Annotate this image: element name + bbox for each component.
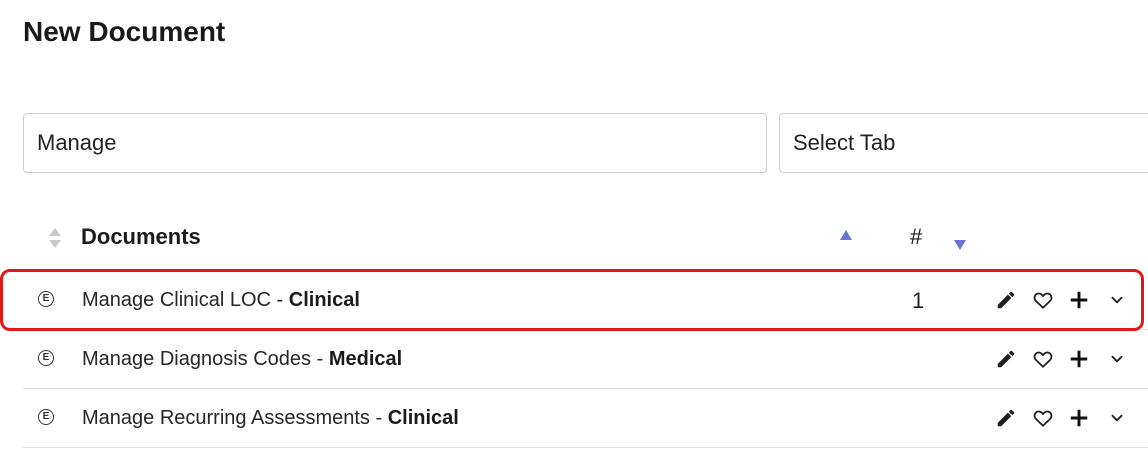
plus-icon[interactable] bbox=[1068, 289, 1090, 311]
document-title: Manage Clinical LOC bbox=[82, 289, 271, 311]
e-circle-icon: E bbox=[38, 409, 54, 425]
tab-select-value: Select Tab bbox=[793, 130, 896, 155]
heart-icon[interactable] bbox=[1032, 289, 1054, 311]
page-title: New Document bbox=[23, 16, 226, 47]
plus-icon[interactable] bbox=[1068, 348, 1090, 370]
document-name[interactable]: Manage Clinical LOC - Clinical bbox=[82, 289, 360, 312]
column-header-documents[interactable]: Documents bbox=[81, 224, 201, 250]
document-name[interactable]: Manage Diagnosis Codes - Medical bbox=[82, 348, 402, 371]
document-title: Manage Diagnosis Codes bbox=[82, 348, 312, 370]
plus-icon[interactable] bbox=[1068, 407, 1090, 429]
document-list: E Manage Clinical LOC - Clinical 1 E Man… bbox=[23, 271, 1148, 448]
pencil-icon[interactable] bbox=[995, 289, 1017, 311]
heart-icon[interactable] bbox=[1032, 407, 1054, 429]
table-row[interactable]: E Manage Clinical LOC - Clinical 1 bbox=[23, 271, 1148, 330]
table-row[interactable]: E Manage Recurring Assessments - Clinica… bbox=[23, 389, 1148, 448]
column-header-count[interactable]: # bbox=[910, 224, 922, 250]
document-separator: - bbox=[311, 348, 329, 370]
document-count: 1 bbox=[912, 288, 925, 313]
sort-icon[interactable] bbox=[48, 226, 62, 250]
e-circle-icon: E bbox=[38, 291, 54, 307]
document-separator: - bbox=[369, 407, 388, 429]
heart-icon[interactable] bbox=[1032, 348, 1054, 370]
tab-select[interactable]: Select Tab bbox=[779, 113, 1148, 173]
document-category: Clinical bbox=[387, 407, 459, 429]
document-name[interactable]: Manage Recurring Assessments - Clinical bbox=[82, 407, 459, 430]
search-input[interactable] bbox=[23, 113, 767, 173]
sort-down-icon[interactable] bbox=[954, 237, 966, 255]
document-category: Medical bbox=[328, 348, 403, 370]
sort-up-icon[interactable] bbox=[840, 227, 852, 245]
table-header: Documents # bbox=[23, 210, 1148, 266]
e-circle-icon: E bbox=[38, 350, 54, 366]
chevron-down-icon[interactable] bbox=[1106, 348, 1128, 370]
pencil-icon[interactable] bbox=[995, 407, 1017, 429]
document-separator: - bbox=[270, 289, 289, 311]
table-row[interactable]: E Manage Diagnosis Codes - Medical bbox=[23, 330, 1148, 389]
chevron-down-icon[interactable] bbox=[1106, 289, 1128, 311]
document-category: Clinical bbox=[288, 289, 360, 311]
chevron-down-icon[interactable] bbox=[1106, 407, 1128, 429]
pencil-icon[interactable] bbox=[995, 348, 1017, 370]
document-title: Manage Recurring Assessments bbox=[82, 407, 370, 429]
